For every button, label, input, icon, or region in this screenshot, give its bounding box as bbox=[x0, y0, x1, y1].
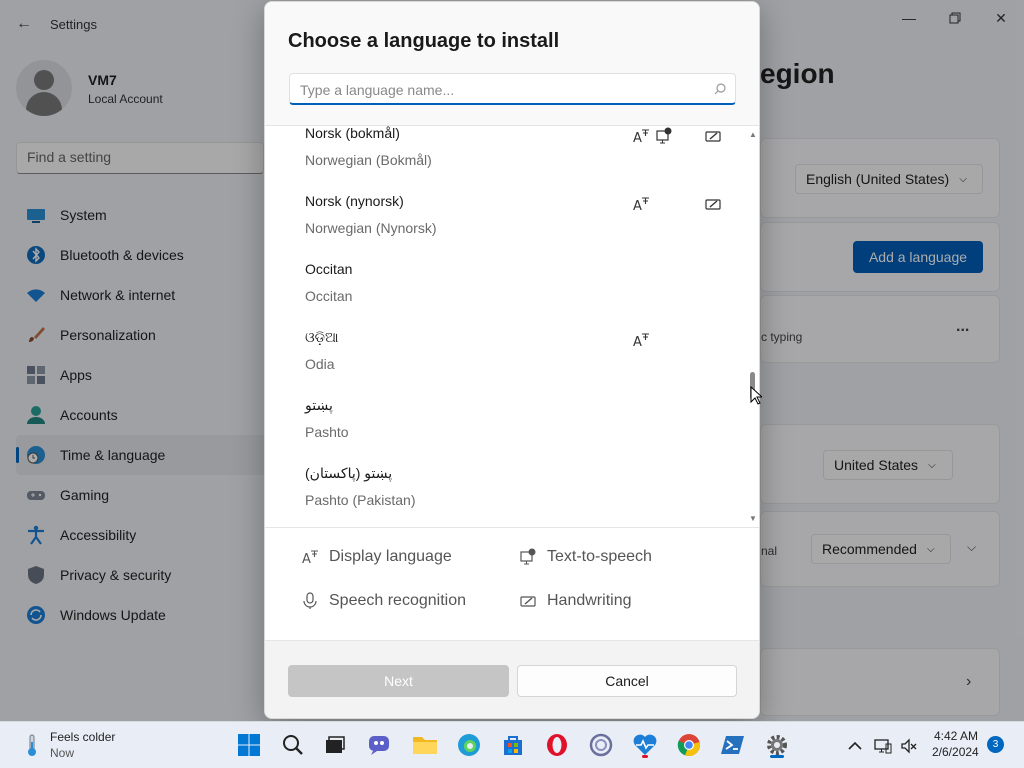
settings-app[interactable] bbox=[762, 730, 792, 760]
list-item[interactable]: پښتو Pashto bbox=[265, 397, 745, 465]
text-to-speech-icon bbox=[520, 548, 536, 565]
edge-app[interactable] bbox=[454, 730, 484, 760]
handwriting-icon bbox=[520, 596, 536, 607]
dialog-footer: Next Cancel bbox=[265, 640, 759, 718]
list-item[interactable]: ଓଡ଼ିଆ Odia A bbox=[265, 329, 745, 397]
handwriting-icon bbox=[705, 199, 721, 210]
svg-text:A: A bbox=[302, 552, 311, 566]
legend-text-to-speech: Text-to-speech bbox=[519, 548, 652, 566]
opera-app[interactable] bbox=[542, 730, 572, 760]
task-view-icon bbox=[326, 736, 345, 753]
mouse-cursor-icon bbox=[750, 386, 762, 405]
chrome-app[interactable] bbox=[674, 730, 704, 760]
health-app[interactable] bbox=[630, 730, 660, 760]
legend-display-language: A Display language bbox=[301, 548, 452, 566]
legend-label: Handwriting bbox=[547, 592, 632, 609]
text-to-speech-icon bbox=[656, 127, 672, 144]
store-app[interactable] bbox=[498, 730, 528, 760]
system-clock[interactable]: 4:42 AM 2/6/2024 bbox=[932, 728, 979, 760]
clock-date: 2/6/2024 bbox=[932, 745, 979, 759]
show-hidden-icons-button[interactable] bbox=[845, 736, 865, 756]
display-language-icon: A bbox=[633, 333, 649, 349]
gear-icon bbox=[767, 735, 787, 755]
svg-text:A: A bbox=[633, 199, 642, 213]
volume-tray[interactable] bbox=[899, 736, 919, 756]
feature-legend: A Display language Text-to-speech Speech… bbox=[265, 527, 759, 640]
language-english-name: Pashto bbox=[305, 424, 349, 440]
language-search-input[interactable] bbox=[300, 80, 700, 100]
dialog-header: Choose a language to install bbox=[265, 2, 759, 126]
handwriting-icon bbox=[705, 131, 721, 142]
language-native-name: پښتو bbox=[305, 397, 333, 413]
legend-handwriting: Handwriting bbox=[519, 592, 631, 610]
language-english-name: Odia bbox=[305, 356, 335, 372]
chrome-icon bbox=[677, 734, 700, 757]
speaker-muted-icon bbox=[901, 738, 917, 754]
list-item[interactable]: Norsk (bokmål) Norwegian (Bokmål) A bbox=[265, 126, 745, 193]
language-search-box[interactable] bbox=[289, 73, 736, 105]
active-indicator bbox=[770, 755, 784, 758]
search-icon bbox=[714, 83, 726, 95]
windows-logo-icon bbox=[238, 734, 260, 756]
legend-label: Text-to-speech bbox=[547, 548, 652, 565]
search-icon bbox=[283, 735, 303, 755]
dialog-title: Choose a language to install bbox=[288, 30, 560, 52]
running-indicator bbox=[642, 755, 648, 758]
cancel-button[interactable]: Cancel bbox=[517, 665, 737, 697]
opera-icon bbox=[547, 734, 567, 756]
edge-icon bbox=[458, 734, 480, 756]
weather-subtitle: Now bbox=[50, 746, 75, 760]
chat-app[interactable] bbox=[364, 730, 394, 760]
list-item[interactable]: Norsk (nynorsk) Norwegian (Nynorsk) A bbox=[265, 193, 745, 261]
notification-badge[interactable]: 3 bbox=[987, 736, 1004, 753]
weather-title: Feels colder bbox=[50, 730, 116, 744]
language-native-name: Norsk (nynorsk) bbox=[305, 193, 404, 209]
weather-widget[interactable]: Feels colder Now bbox=[16, 728, 156, 764]
next-button[interactable]: Next bbox=[288, 665, 509, 697]
language-native-name: ଓଡ଼ିଆ bbox=[305, 329, 339, 345]
display-language-icon: A bbox=[633, 197, 649, 213]
language-english-name: Norwegian (Nynorsk) bbox=[305, 220, 437, 236]
list-scrollbar[interactable]: ▲ ▼ bbox=[747, 126, 759, 527]
powershell-icon bbox=[721, 736, 744, 754]
list-item[interactable]: پښتو (پاکستان) Pashto (Pakistan) bbox=[265, 465, 745, 527]
svg-text:A: A bbox=[633, 335, 642, 349]
spiral-app-icon bbox=[589, 733, 613, 757]
thermometer-icon bbox=[28, 734, 36, 756]
search-button[interactable] bbox=[278, 730, 308, 760]
scroll-down-icon[interactable]: ▼ bbox=[749, 514, 757, 523]
language-native-name: Occitan bbox=[305, 261, 353, 277]
language-list[interactable]: Norsk (bokmål) Norwegian (Bokmål) A Nors… bbox=[265, 126, 759, 527]
start-button[interactable] bbox=[234, 730, 264, 760]
list-item[interactable]: Occitan Occitan bbox=[265, 261, 745, 329]
heart-pulse-icon bbox=[633, 734, 657, 755]
legend-label: Speech recognition bbox=[329, 592, 466, 609]
powershell-app[interactable] bbox=[718, 730, 748, 760]
display-language-icon: A bbox=[302, 550, 318, 566]
file-explorer-app[interactable] bbox=[410, 730, 440, 760]
language-english-name: Norwegian (Bokmål) bbox=[305, 152, 432, 168]
language-english-name: Pashto (Pakistan) bbox=[305, 492, 416, 508]
language-native-name: Norsk (bokmål) bbox=[305, 126, 400, 141]
chevron-up-icon bbox=[848, 741, 862, 750]
microphone-icon bbox=[303, 592, 317, 609]
clock-time: 4:42 AM bbox=[933, 729, 978, 743]
monitor-network-icon bbox=[874, 739, 892, 754]
scroll-up-icon[interactable]: ▲ bbox=[749, 130, 757, 139]
legend-label: Display language bbox=[329, 548, 452, 565]
chat-icon bbox=[369, 736, 389, 755]
folder-icon bbox=[413, 737, 437, 754]
language-native-name: پښتو (پاکستان) bbox=[305, 465, 393, 481]
legend-speech-recognition: Speech recognition bbox=[301, 592, 466, 610]
task-view-button[interactable] bbox=[320, 730, 350, 760]
display-language-icon: A bbox=[633, 129, 649, 145]
app-spiral[interactable] bbox=[586, 730, 616, 760]
network-tray[interactable] bbox=[873, 736, 893, 756]
svg-text:A: A bbox=[633, 131, 642, 145]
choose-language-dialog: Choose a language to install Norsk (bokm… bbox=[264, 1, 760, 719]
store-icon bbox=[504, 736, 522, 755]
taskbar: Feels colder Now 4:42 AM 2/6/2024 3 bbox=[0, 721, 1024, 768]
language-english-name: Occitan bbox=[305, 288, 353, 304]
